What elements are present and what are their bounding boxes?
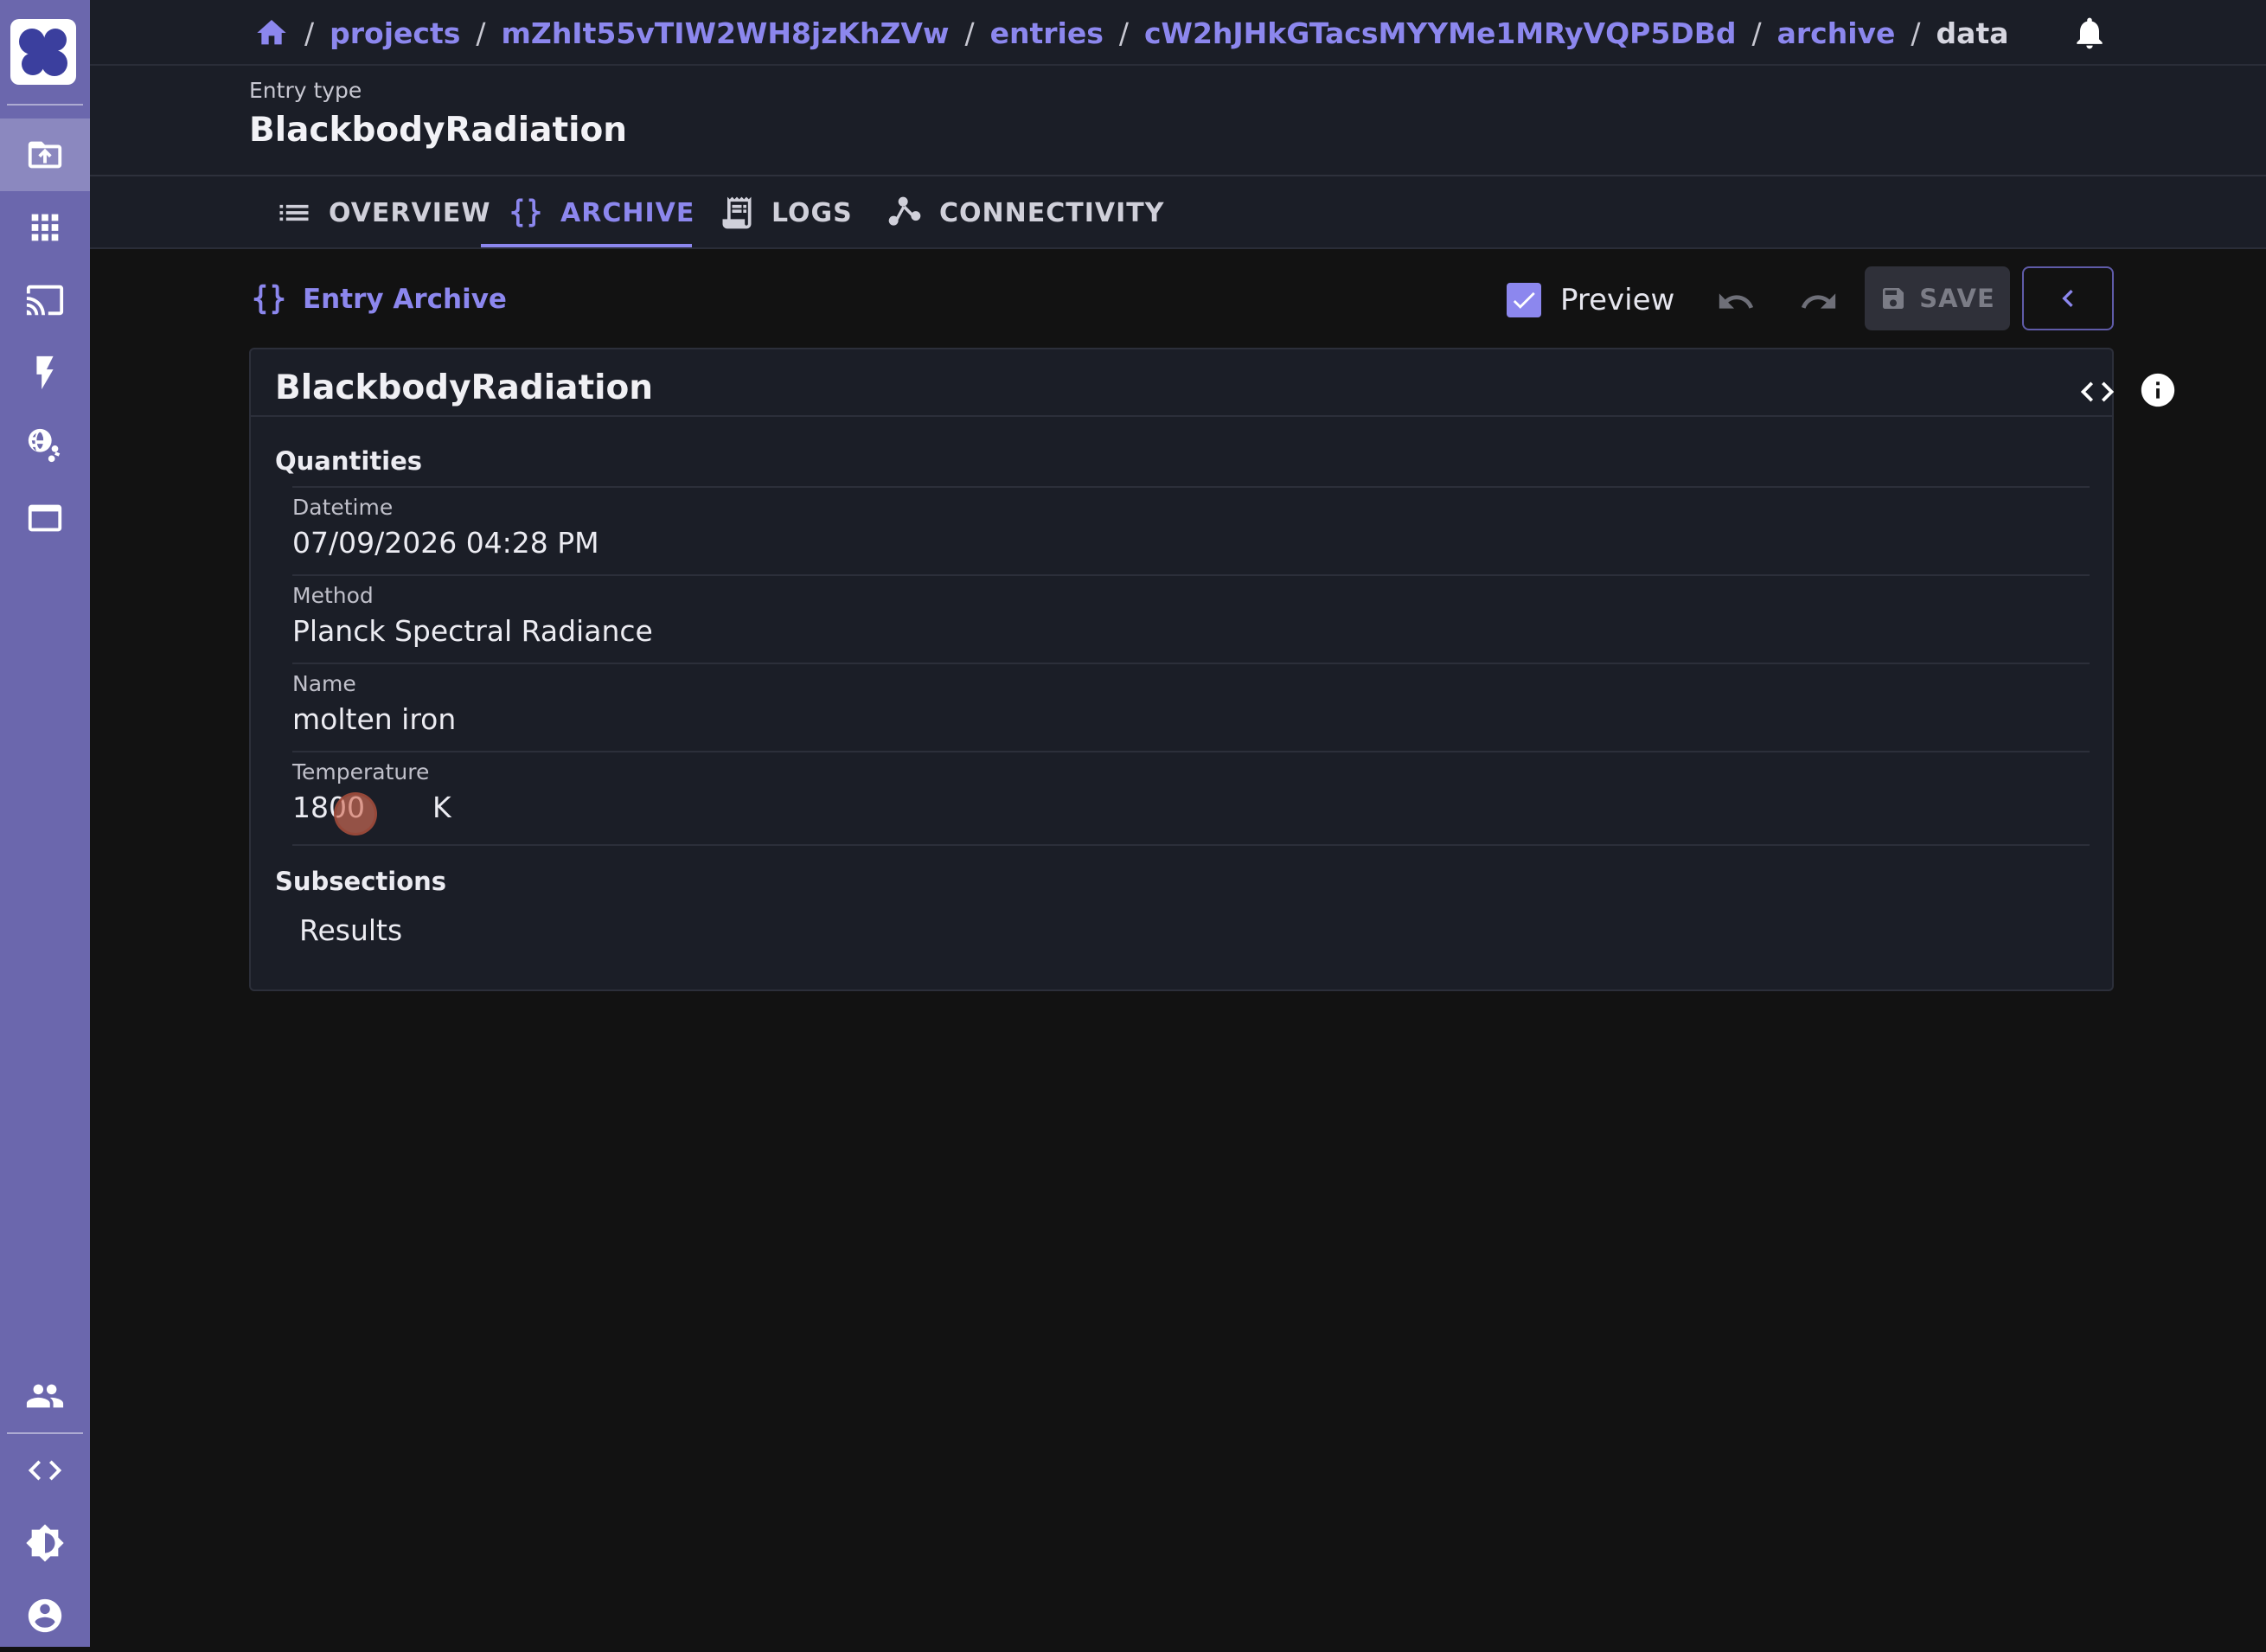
field-label: Method bbox=[292, 583, 374, 608]
field-value[interactable]: molten iron bbox=[292, 702, 456, 736]
breadcrumb-separator: / bbox=[1911, 16, 1921, 50]
subsection-item-results[interactable]: Results bbox=[299, 913, 402, 947]
field-value[interactable]: 07/09/2026 04:28 PM bbox=[292, 526, 599, 560]
top-bar: / projects / mZhIt55vTIW2WH8jzKhZVw / en… bbox=[90, 0, 2266, 66]
upload-icon[interactable] bbox=[0, 118, 90, 191]
preview-toggle[interactable]: Preview bbox=[1507, 277, 1674, 323]
entry-title-section: Entry type BlackbodyRadiation bbox=[90, 66, 2266, 176]
info-icon[interactable] bbox=[2138, 370, 2178, 410]
breadcrumb-separator: / bbox=[1751, 16, 1762, 50]
tab-connectivity-label: CONNECTIVITY bbox=[939, 197, 1165, 228]
undo-icon bbox=[1719, 293, 1754, 309]
preview-checkbox[interactable] bbox=[1507, 283, 1541, 317]
theme-icon[interactable] bbox=[0, 1507, 90, 1579]
field-name[interactable]: Name molten iron bbox=[292, 663, 2090, 751]
entry-tabs: OVERVIEW ARCHIVE LOGS CONNECTIVITY bbox=[90, 176, 2266, 249]
breadcrumb-projects[interactable]: projects bbox=[330, 16, 460, 50]
receipt-icon bbox=[722, 196, 752, 229]
save-icon bbox=[1883, 288, 1904, 309]
quantities-heading: Quantities bbox=[275, 446, 423, 476]
save-label: SAVE bbox=[1919, 284, 1995, 313]
tab-connectivity[interactable]: CONNECTIVITY bbox=[886, 176, 1164, 249]
rail-divider bbox=[7, 104, 83, 106]
left-navigation-rail bbox=[0, 0, 90, 1647]
card-title: BlackbodyRadiation bbox=[275, 368, 654, 407]
breadcrumb-entries[interactable]: entries bbox=[990, 16, 1104, 50]
field-value[interactable]: Planck Spectral Radiance bbox=[292, 614, 653, 648]
redo-button[interactable] bbox=[1796, 279, 1842, 325]
tab-overview-label: OVERVIEW bbox=[329, 197, 491, 228]
tab-archive-label: ARCHIVE bbox=[560, 197, 695, 228]
entry-type-label: Entry type bbox=[249, 78, 362, 103]
code-view-icon[interactable] bbox=[2077, 372, 2117, 412]
field-temperature[interactable]: Temperature 1800 K bbox=[292, 751, 2090, 844]
chevron-left-icon bbox=[2062, 290, 2073, 307]
breadcrumb-project-id[interactable]: mZhIt55vTIW2WH8jzKhZVw bbox=[502, 16, 950, 50]
breadcrumb-entry-id[interactable]: cW2hJHkGTacsMYYMe1MRyVQP5DBd bbox=[1144, 16, 1737, 50]
entry-archive-heading: Entry Archive bbox=[249, 273, 507, 325]
entry-type-value: BlackbodyRadiation bbox=[249, 111, 628, 150]
redo-icon bbox=[1801, 293, 1836, 309]
subsections-heading: Subsections bbox=[275, 867, 447, 896]
list-icon bbox=[279, 204, 309, 221]
field-method[interactable]: Method Planck Spectral Radiance bbox=[292, 574, 2090, 663]
breadcrumb-separator: / bbox=[476, 16, 486, 50]
field-datetime[interactable]: Datetime 07/09/2026 04:28 PM bbox=[292, 486, 2090, 574]
main-content: / projects / mZhIt55vTIW2WH8jzKhZVw / en… bbox=[90, 0, 2266, 1647]
breadcrumb: / projects / mZhIt55vTIW2WH8jzKhZVw / en… bbox=[254, 9, 2008, 57]
breadcrumb-separator: / bbox=[304, 16, 315, 50]
archive-card: BlackbodyRadiation Quantities Datetime 0… bbox=[249, 348, 2175, 991]
field-label: Datetime bbox=[292, 495, 394, 520]
field-unit[interactable]: K bbox=[432, 791, 451, 824]
tab-archive[interactable]: ARCHIVE bbox=[507, 176, 695, 249]
tab-logs[interactable]: LOGS bbox=[718, 176, 853, 249]
connectivity-icon bbox=[888, 196, 921, 226]
window-icon[interactable] bbox=[0, 482, 90, 554]
breadcrumb-separator: / bbox=[964, 16, 975, 50]
undo-button[interactable] bbox=[1712, 279, 1759, 325]
save-button[interactable]: SAVE bbox=[1865, 266, 2010, 330]
group-icon[interactable] bbox=[0, 1360, 90, 1432]
collapse-button[interactable] bbox=[2022, 266, 2114, 330]
cast-icon[interactable] bbox=[0, 264, 90, 336]
braces-icon bbox=[511, 198, 541, 227]
pointer-indicator bbox=[334, 792, 377, 836]
preview-label: Preview bbox=[1560, 283, 1675, 317]
code-icon[interactable] bbox=[0, 1434, 90, 1507]
breadcrumb-current: data bbox=[1936, 16, 2009, 50]
breadcrumb-separator: / bbox=[1118, 16, 1129, 50]
tab-overview[interactable]: OVERVIEW bbox=[275, 176, 490, 249]
network-globe-icon[interactable] bbox=[0, 409, 90, 482]
braces-icon bbox=[253, 284, 285, 315]
home-icon[interactable] bbox=[254, 16, 289, 50]
notifications-bell-icon[interactable] bbox=[2071, 14, 2109, 52]
field-divider bbox=[292, 844, 2090, 846]
entry-archive-title: Entry Archive bbox=[303, 284, 507, 315]
app-logo[interactable] bbox=[10, 19, 76, 85]
lightning-icon[interactable] bbox=[0, 336, 90, 409]
check-icon bbox=[1513, 291, 1535, 309]
apps-icon[interactable] bbox=[0, 191, 90, 264]
field-label: Temperature bbox=[292, 759, 430, 784]
card-header-divider bbox=[251, 415, 2112, 417]
active-tab-indicator bbox=[481, 244, 692, 247]
field-label: Name bbox=[292, 671, 356, 696]
breadcrumb-archive[interactable]: archive bbox=[1777, 16, 1896, 50]
tab-logs-label: LOGS bbox=[771, 197, 853, 228]
account-icon[interactable] bbox=[0, 1579, 90, 1652]
